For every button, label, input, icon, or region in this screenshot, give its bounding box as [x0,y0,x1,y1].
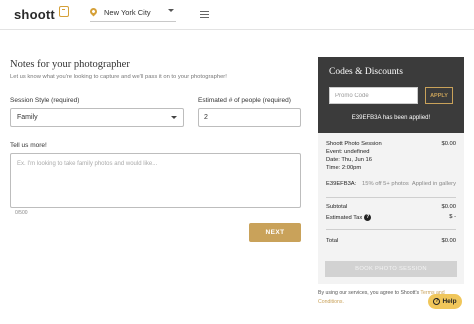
logo-mark-icon [59,6,69,17]
help-label: Help [442,298,457,306]
next-button[interactable]: NEXT [249,223,301,242]
total-label: Total [326,238,339,244]
discount-code: E39EFB3A: [326,181,357,187]
promo-code-input[interactable] [329,87,418,104]
promo-applied-message: E39EFB3A has been applied! [351,115,431,121]
session-price: $0.00 [441,141,456,147]
session-name: Shoott Photo Session [326,141,382,147]
chevron-down-icon [168,9,174,12]
codes-title: Codes & Discounts [329,67,403,77]
session-style-label: Session Style (required) [10,97,80,104]
session-style-value: Family [17,114,38,121]
subtotal-value: $0.00 [441,204,456,210]
estimated-tax-label: Estimated Tax [326,215,363,222]
divider [326,229,456,230]
chevron-down-icon [171,116,177,119]
total-value: $0.00 [441,238,456,244]
session-style-select[interactable]: Family [10,108,184,127]
notes-subtitle: Let us know what you're looking to captu… [10,74,227,80]
tax-value: $ - [449,214,456,220]
order-summary: Shoott Photo Session $0.00 Event: undefi… [318,133,464,284]
location-pin-icon [88,6,99,17]
help-button[interactable]: ? Help [428,294,462,309]
hamburger-menu-icon[interactable] [200,11,209,18]
people-count-input[interactable] [198,108,301,127]
date-line: Date: Thu, Jun 16 [326,157,372,163]
divider [326,197,456,198]
estimated-tax-row: Estimated Tax? [326,214,372,222]
char-count: 0/500 [15,210,28,216]
help-icon: ? [433,297,441,305]
subtotal-label: Subtotal [326,204,348,210]
shoott-logo[interactable]: shoott [14,7,55,22]
event-line: Event: undefined [326,149,370,155]
location-label: New York City [104,8,151,17]
tell-us-textarea[interactable] [10,153,301,208]
notes-title: Notes for your photographer [10,59,130,70]
tell-us-label: Tell us more! [10,142,47,149]
discount-description: 15% off 5+ photos [362,181,409,187]
book-photo-session-button[interactable]: BOOK PHOTO SESSION [325,261,457,277]
people-count-label: Estimated # of people (required) [198,97,291,104]
info-icon[interactable]: ? [364,214,372,221]
discount-status: Applied in gallery [411,181,456,187]
time-line: Time: 2:00pm [326,165,362,171]
terms-prefix: By using our services, you agree to Shoo… [318,290,420,296]
location-dropdown[interactable]: New York City [88,6,176,22]
top-header: shoott New York City [0,0,474,30]
apply-button[interactable]: APPLY [425,87,453,104]
codes-panel: Codes & Discounts APPLY E39EFB3A has bee… [318,57,464,133]
